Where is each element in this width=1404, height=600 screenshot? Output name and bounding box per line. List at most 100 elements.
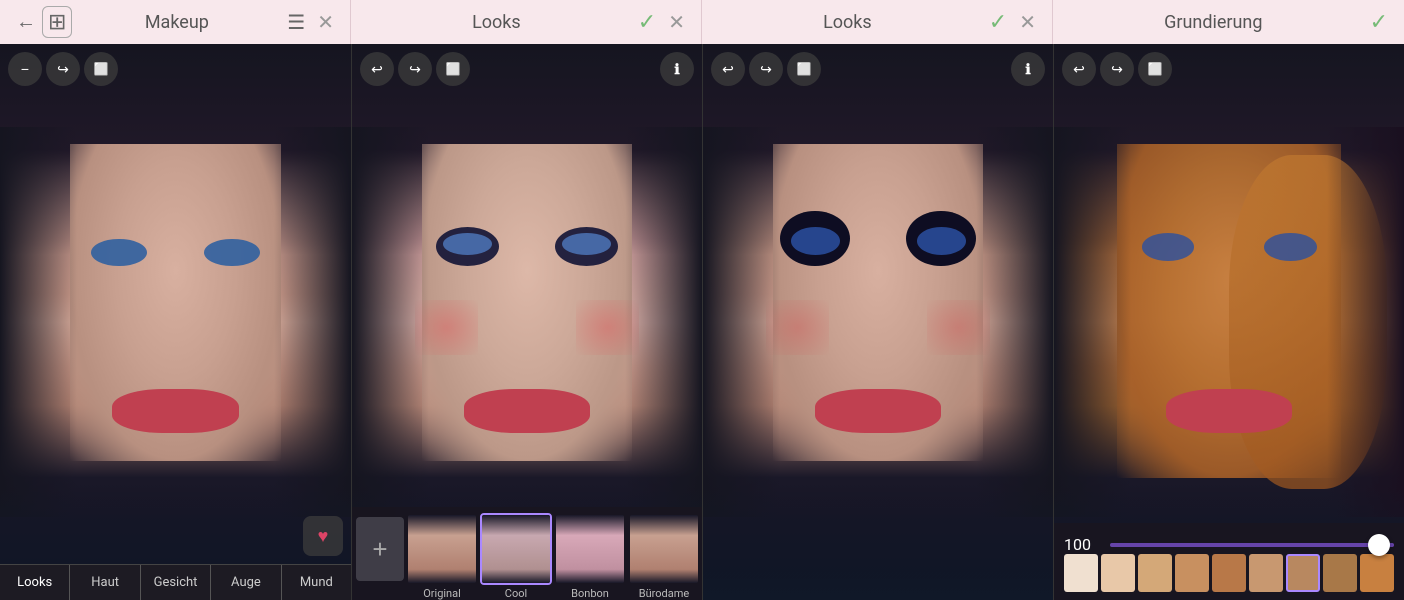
hair-left-2: [352, 127, 429, 516]
swatch-8[interactable]: [1360, 554, 1394, 592]
lips-1: [112, 389, 238, 433]
look-original-face: [408, 515, 476, 583]
image-panels: − ↪ ⬜ ♥ Looks Haut Gesicht Auge Mund: [0, 44, 1404, 600]
tab-haut[interactable]: Haut: [70, 565, 140, 600]
tab-looks[interactable]: Looks: [0, 565, 70, 600]
add-look-button[interactable]: +: [356, 517, 404, 581]
lips-4: [1166, 389, 1292, 433]
look-cool-img: [480, 513, 552, 585]
crop-button-2[interactable]: ⬜: [436, 52, 470, 86]
close-button-1[interactable]: ✕: [311, 6, 340, 39]
header-looks-2: Looks ✓ ✕: [702, 0, 1053, 44]
slider-thumb[interactable]: [1368, 534, 1390, 556]
face-image-3: [703, 44, 1053, 600]
back-button[interactable]: ←: [10, 7, 42, 38]
info-button-2[interactable]: ℹ: [660, 52, 694, 86]
redo-button-1[interactable]: ↪: [46, 52, 80, 86]
redo-button-3[interactable]: ↪: [749, 52, 783, 86]
swatch-6[interactable]: [1286, 554, 1320, 592]
clothing-3: [703, 489, 1053, 600]
bottom-tabs: Looks Haut Gesicht Auge Mund: [0, 564, 351, 600]
panel-3-controls-right: ℹ: [1011, 52, 1045, 86]
slider-value: 100: [1064, 535, 1100, 554]
panel-2-controls-left: ↩ ↪ ⬜: [360, 52, 470, 86]
heart-button[interactable]: ♥: [303, 516, 343, 556]
info-button-3[interactable]: ℹ: [1011, 52, 1045, 86]
header-grundierung: Grundierung ✓: [1053, 0, 1404, 44]
face-image-4: [1054, 44, 1404, 600]
swatch-4[interactable]: [1212, 554, 1246, 592]
swatch-2[interactable]: [1138, 554, 1172, 592]
look-original[interactable]: Original: [406, 513, 478, 600]
eye-left-3: [791, 227, 840, 255]
redo-button-4[interactable]: ↪: [1100, 52, 1134, 86]
look-burodame-face: [630, 515, 698, 583]
look-original-img: [406, 513, 478, 585]
check-button-3[interactable]: ✓: [1364, 5, 1394, 39]
slider-track[interactable]: [1110, 543, 1394, 547]
undo-button-1[interactable]: −: [8, 52, 42, 86]
looks-title-1: Looks: [361, 12, 632, 33]
close-button-2[interactable]: ✕: [662, 6, 691, 39]
top-bars: ← ⊞ Makeup ☰ ✕ Looks ✓ ✕ Looks ✓ ✕ Grund…: [0, 0, 1404, 44]
grid-icon-button[interactable]: ⊞: [42, 6, 72, 38]
undo-button-2[interactable]: ↩: [360, 52, 394, 86]
looks-title-2: Looks: [712, 12, 983, 33]
panel-grundierung: ↩ ↪ ⬜ 100: [1053, 44, 1404, 600]
look-burodame-label: Bürodame: [639, 587, 689, 600]
look-cool[interactable]: Cool: [480, 513, 552, 600]
swatch-3[interactable]: [1175, 554, 1209, 592]
swatch-5[interactable]: [1249, 554, 1283, 592]
check-button-2[interactable]: ✓: [983, 5, 1013, 39]
tab-mund[interactable]: Mund: [282, 565, 351, 600]
makeup-title: Makeup: [72, 12, 281, 33]
check-button-1[interactable]: ✓: [632, 5, 662, 39]
eye-right-3: [917, 227, 966, 255]
look-original-label: Original: [423, 587, 461, 600]
redo-button-2[interactable]: ↪: [398, 52, 432, 86]
look-burodame[interactable]: Bürodame: [628, 513, 700, 600]
look-cool-label: Cool: [505, 587, 527, 600]
hair-right-1: [274, 127, 351, 516]
panel-3-controls-left: ↩ ↪ ⬜: [711, 52, 821, 86]
menu-button[interactable]: ☰: [281, 6, 311, 39]
header-makeup: ← ⊞ Makeup ☰ ✕: [0, 0, 351, 44]
looks-thumbnails: + Original Cool: [356, 513, 698, 600]
look-bonbon[interactable]: Bonbon: [554, 513, 626, 600]
undo-button-4[interactable]: ↩: [1062, 52, 1096, 86]
look-bonbon-img: [554, 513, 626, 585]
look-cool-face: [482, 515, 550, 583]
tab-gesicht[interactable]: Gesicht: [141, 565, 211, 600]
panel-4-controls: ↩ ↪ ⬜: [1062, 52, 1172, 86]
swatch-1[interactable]: [1101, 554, 1135, 592]
panel-1-controls: − ↪ ⬜: [8, 52, 118, 86]
panel-original: − ↪ ⬜ ♥ Looks Haut Gesicht Auge Mund: [0, 44, 351, 600]
hair-left-4: [1054, 127, 1131, 516]
hair-right-3: [976, 127, 1053, 516]
lips-2: [464, 389, 590, 433]
hair-right-4: [1327, 127, 1404, 516]
foundation-controls: 100: [1054, 523, 1404, 600]
opacity-slider-row: 100: [1064, 535, 1394, 554]
eye-right-1: [204, 239, 260, 267]
hair-left-1: [0, 127, 77, 516]
hair-right-2: [625, 127, 702, 516]
grundierung-title: Grundierung: [1063, 12, 1364, 33]
eye-right-4: [1264, 233, 1317, 261]
crop-button-3[interactable]: ⬜: [787, 52, 821, 86]
look-bonbon-label: Bonbon: [571, 587, 609, 600]
look-bonbon-face: [556, 515, 624, 583]
close-button-3[interactable]: ✕: [1013, 6, 1042, 39]
swatch-0[interactable]: [1064, 554, 1098, 592]
hair-left-3: [703, 127, 780, 516]
swatch-7[interactable]: [1323, 554, 1357, 592]
crop-button-1[interactable]: ⬜: [84, 52, 118, 86]
crop-button-4[interactable]: ⬜: [1138, 52, 1172, 86]
panel-2-controls-right: ℹ: [660, 52, 694, 86]
tab-auge[interactable]: Auge: [211, 565, 281, 600]
lips-3: [815, 389, 941, 433]
look-burodame-img: [628, 513, 700, 585]
color-swatches: [1064, 554, 1394, 592]
panel-looks-2: ↩ ↪ ⬜ ℹ: [702, 44, 1053, 600]
undo-button-3[interactable]: ↩: [711, 52, 745, 86]
